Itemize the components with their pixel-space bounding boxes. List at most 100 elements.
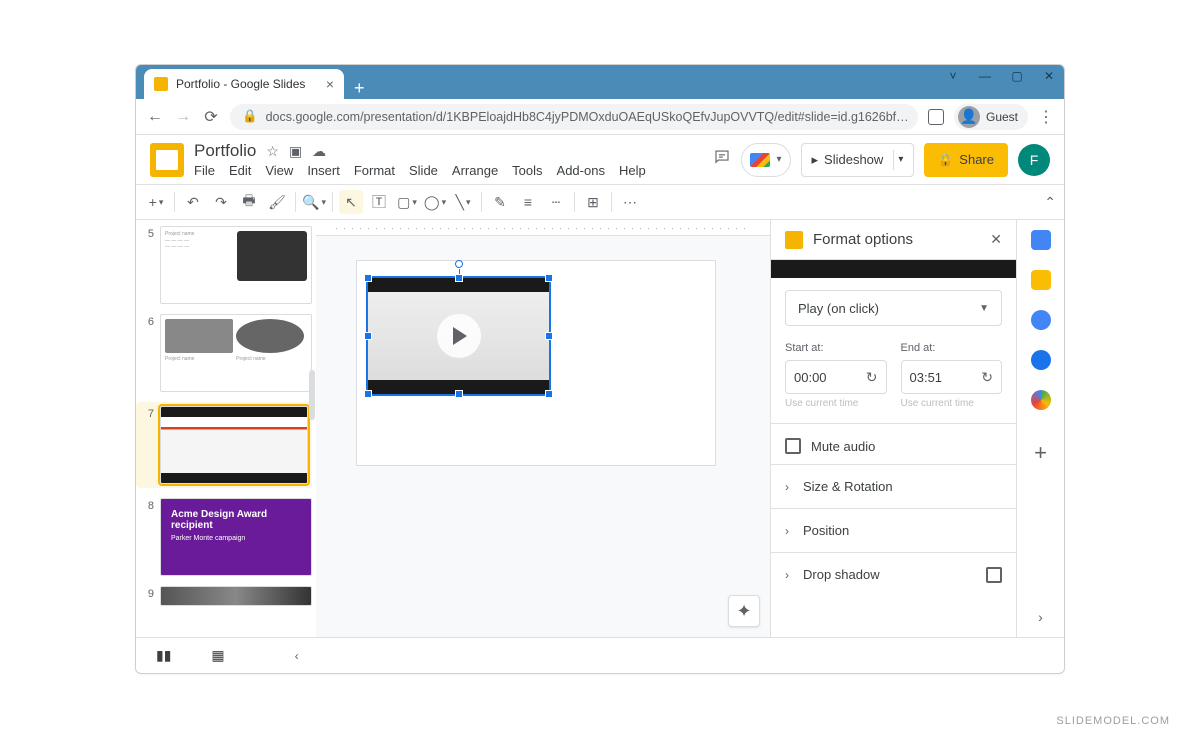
end-time-input[interactable]: 03:51 ↻ <box>901 360 1003 394</box>
extensions-icon[interactable] <box>928 109 944 125</box>
resize-handle[interactable] <box>455 390 463 398</box>
menu-edit[interactable]: Edit <box>229 163 251 178</box>
comments-icon[interactable] <box>713 148 731 171</box>
menu-view[interactable]: View <box>265 163 293 178</box>
menu-insert[interactable]: Insert <box>307 163 340 178</box>
end-at-label: End at: <box>901 342 1003 354</box>
thumbs-scrollbar[interactable] <box>309 370 315 420</box>
use-current-end[interactable]: Use current time <box>901 398 1003 409</box>
checkbox-icon[interactable] <box>986 567 1002 583</box>
chevron-right-icon: › <box>785 524 789 538</box>
chevron-down-icon[interactable]: ˅ <box>944 69 962 83</box>
close-panel-icon[interactable]: ✕ <box>990 231 1002 248</box>
chevron-left-icon[interactable]: ‹ <box>295 649 299 663</box>
menu-format[interactable]: Format <box>354 163 395 178</box>
rotate-handle[interactable] <box>455 260 463 268</box>
browser-tab[interactable]: Portfolio - Google Slides × <box>144 69 344 99</box>
account-avatar[interactable]: F <box>1018 144 1050 176</box>
maximize-icon[interactable]: ▢ <box>1008 69 1026 83</box>
zoom-button[interactable]: 🔍 <box>302 190 326 214</box>
minimize-icon[interactable]: — <box>976 69 994 83</box>
tasks-icon[interactable] <box>1031 310 1051 330</box>
slide-thumb-7[interactable]: 7 <box>136 402 312 488</box>
border-weight-button[interactable]: ≡ <box>516 190 540 214</box>
use-current-start[interactable]: Use current time <box>785 398 887 409</box>
resize-handle[interactable] <box>364 332 372 340</box>
resize-handle[interactable] <box>455 274 463 282</box>
close-tab-icon[interactable]: × <box>326 76 334 92</box>
slide-thumb-5[interactable]: 5 Project name— — — —— — — — <box>138 226 312 304</box>
start-time-input[interactable]: 00:00 ↻ <box>785 360 887 394</box>
collapse-toolbar-icon[interactable]: ⌃ <box>1044 194 1056 211</box>
slide-thumb-9[interactable]: 9 <box>138 586 312 606</box>
position-section[interactable]: › Position <box>771 508 1016 552</box>
star-icon[interactable]: ☆ <box>266 143 279 160</box>
menu-addons[interactable]: Add-ons <box>557 163 605 178</box>
maps-icon[interactable] <box>1031 390 1051 410</box>
reload-icon[interactable]: ↻ <box>981 369 993 386</box>
panel-title: Format options <box>813 231 980 248</box>
resize-handle[interactable] <box>545 390 553 398</box>
border-dash-button[interactable]: ┄ <box>544 190 568 214</box>
end-time-value: 03:51 <box>910 370 943 385</box>
browser-menu-icon[interactable]: ⋮ <box>1038 107 1054 127</box>
resize-handle[interactable] <box>364 390 372 398</box>
slideshow-button[interactable]: ▸ Slideshow ▾ <box>801 143 915 177</box>
menu-file[interactable]: File <box>194 163 215 178</box>
menu-arrange[interactable]: Arrange <box>452 163 498 178</box>
resize-handle[interactable] <box>364 274 372 282</box>
paint-format-button[interactable]: 🖌 <box>265 190 289 214</box>
profile-guest-button[interactable]: 👤 Guest <box>954 104 1028 130</box>
select-tool[interactable]: ↖ <box>339 190 363 214</box>
collapse-rail-icon[interactable]: › <box>1038 609 1043 625</box>
new-slide-button[interactable]: + <box>144 190 168 214</box>
menu-slide[interactable]: Slide <box>409 163 438 178</box>
resize-handle[interactable] <box>545 274 553 282</box>
format-options-button[interactable]: ⊞ <box>581 190 605 214</box>
contacts-icon[interactable] <box>1031 350 1051 370</box>
cloud-status-icon[interactable]: ☁ <box>312 143 326 160</box>
chevron-down-icon[interactable]: ▾ <box>898 154 903 165</box>
play-mode-dropdown[interactable]: Play (on click) ▼ <box>785 290 1002 326</box>
mute-audio-checkbox[interactable]: Mute audio <box>785 438 1002 454</box>
reload-icon[interactable]: ↻ <box>866 369 878 386</box>
move-folder-icon[interactable]: ▣ <box>289 143 302 160</box>
textbox-tool[interactable]: 🅃 <box>367 190 391 214</box>
undo-button[interactable]: ↶ <box>181 190 205 214</box>
url-field[interactable]: 🔒 docs.google.com/presentation/d/1KBPElo… <box>230 104 918 130</box>
redo-button[interactable]: ↷ <box>209 190 233 214</box>
size-rotation-section[interactable]: › Size & Rotation <box>771 464 1016 508</box>
mute-audio-label: Mute audio <box>811 439 875 454</box>
image-tool[interactable]: ▢ <box>395 190 419 214</box>
slide-canvas-area[interactable]: ✦ <box>316 220 770 637</box>
drop-shadow-section[interactable]: › Drop shadow <box>771 552 1016 596</box>
shape-tool[interactable]: ◯ <box>423 190 447 214</box>
tab-strip: Portfolio - Google Slides × + ˅ — ▢ ✕ <box>136 65 1064 99</box>
forward-button[interactable]: → <box>174 108 192 126</box>
selected-video-object[interactable] <box>366 276 551 396</box>
line-tool[interactable]: ╲ <box>451 190 475 214</box>
grid-view-icon[interactable]: ▦ <box>211 647 224 664</box>
video-play-icon[interactable] <box>437 314 481 358</box>
keep-icon[interactable] <box>1031 270 1051 290</box>
resize-handle[interactable] <box>545 332 553 340</box>
close-window-icon[interactable]: ✕ <box>1040 69 1058 83</box>
meet-button[interactable]: ▾ <box>741 143 790 177</box>
explore-button[interactable]: ✦ <box>728 595 760 627</box>
border-color-button[interactable]: ✎ <box>488 190 512 214</box>
filmstrip-view-icon[interactable]: ▮▮ <box>156 647 171 664</box>
slides-logo-icon[interactable] <box>150 143 184 177</box>
slide-thumb-8[interactable]: 8 Acme Design Award recipientParker Mont… <box>138 498 312 576</box>
document-title[interactable]: Portfolio <box>194 141 256 161</box>
add-addon-icon[interactable]: + <box>1034 440 1047 466</box>
reload-button[interactable]: ⟳ <box>202 107 220 127</box>
print-button[interactable]: 🖶 <box>237 190 261 214</box>
more-tools-button[interactable]: ⋯ <box>618 190 642 214</box>
menu-tools[interactable]: Tools <box>512 163 542 178</box>
back-button[interactable]: ← <box>146 108 164 126</box>
menu-help[interactable]: Help <box>619 163 646 178</box>
calendar-icon[interactable] <box>1031 230 1051 250</box>
slide-thumb-6[interactable]: 6 Project nameProject name <box>138 314 312 392</box>
share-button[interactable]: 🔒 Share <box>924 143 1008 177</box>
new-tab-button[interactable]: + <box>344 78 375 99</box>
